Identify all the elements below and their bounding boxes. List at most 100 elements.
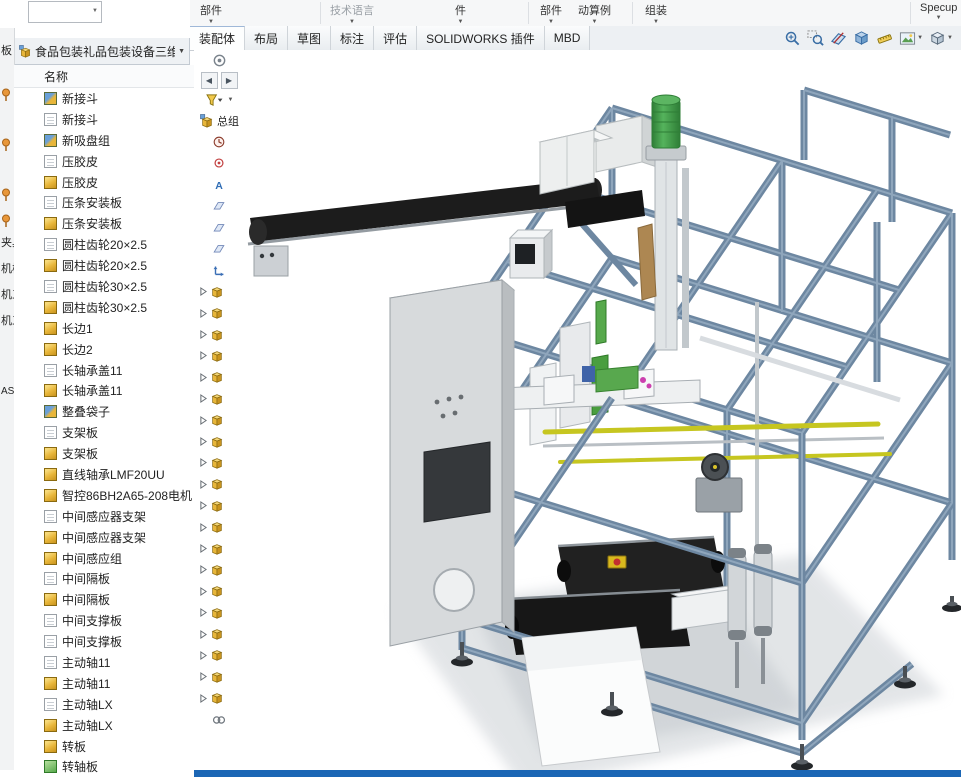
discharge-sheet[interactable] [522,627,660,766]
assembly-root-node[interactable]: 总组 [194,110,244,131]
parts-list-item[interactable]: 压条安装板 [14,192,194,213]
hopper-boxes[interactable] [540,116,660,228]
machine-3d-model[interactable] [244,50,961,770]
parts-list-item[interactable]: 转轴板 [14,757,194,777]
parts-list-item[interactable]: 长轴承盖11 [14,360,194,381]
parts-list-item[interactable]: 智控86BH2A65-208电机 [14,485,194,506]
nav-forward-button[interactable]: ▶ [221,72,238,89]
component-node[interactable] [194,559,244,580]
target-icon[interactable] [194,50,244,70]
expand-arrow-icon[interactable] [200,458,207,467]
component-node[interactable] [194,602,244,623]
commandmanager-tab[interactable]: 评估 [374,26,417,50]
tree-section-node[interactable] [194,238,244,259]
expand-arrow-icon[interactable] [200,565,207,574]
component-node[interactable] [194,581,244,602]
component-node[interactable] [194,345,244,366]
expand-arrow-icon[interactable] [200,587,207,596]
parts-list-item[interactable]: 圆柱齿轮20×2.5 [14,255,194,276]
toolbar-dropdown[interactable]: ▼ [28,1,102,23]
expand-arrow-icon[interactable] [200,672,207,681]
commandmanager-tab[interactable]: 装配体 [190,26,245,50]
component-node[interactable] [194,474,244,495]
zoom-area-icon[interactable] [807,30,824,47]
section-view-icon[interactable] [830,30,847,47]
view-orientation-icon[interactable] [853,30,870,47]
sensor-box[interactable] [510,230,552,278]
parts-list-item[interactable]: 长边1 [14,318,194,339]
tree-section-node[interactable] [194,131,244,152]
graphics-viewport[interactable] [244,50,961,770]
pin-icon[interactable] [1,88,11,102]
mates-folder-node[interactable] [194,709,244,730]
parts-list-item[interactable]: 圆柱齿轮30×2.5 [14,297,194,318]
filter-icon[interactable]: ▼ [194,90,244,110]
component-node[interactable] [194,688,244,709]
parts-list-item[interactable]: 中间支撑板 [14,631,194,652]
chevron-down-icon[interactable]: ▼ [178,48,185,55]
component-node[interactable] [194,666,244,687]
expand-arrow-icon[interactable] [200,480,207,489]
parts-list-item[interactable]: 压条安装板 [14,213,194,234]
parts-list-item[interactable]: 整叠袋子 [14,401,194,422]
component-node[interactable] [194,645,244,666]
parts-list-item[interactable]: 压胶皮 [14,151,194,172]
expand-arrow-icon[interactable] [200,651,207,660]
ribbon-button-fragment[interactable]: 组装▼ [645,2,667,25]
component-node[interactable] [194,281,244,302]
expand-arrow-icon[interactable] [200,373,207,382]
tree-section-node[interactable] [194,196,244,217]
parts-list-item[interactable]: 中间支撑板 [14,610,194,631]
component-node[interactable] [194,452,244,473]
feature-tree-document-tab[interactable]: 食品包装礼品包装设备三维套图 ▼ [14,38,190,65]
expand-arrow-icon[interactable] [200,501,207,510]
commandmanager-tab[interactable]: 标注 [331,26,374,50]
parts-list-item[interactable]: 主动轴11 [14,673,194,694]
tree-section-node[interactable]: A [194,174,244,195]
expand-arrow-icon[interactable] [200,287,207,296]
apply-scene-icon[interactable]: ▼ [899,30,923,47]
parts-list-item[interactable]: 中间隔板 [14,589,194,610]
expand-arrow-icon[interactable] [200,394,207,403]
parts-list-item[interactable]: 新接斗 [14,109,194,130]
commandmanager-tab[interactable]: MBD [545,26,591,50]
ribbon-button-fragment[interactable]: 动算例▼ [578,2,611,25]
tree-section-node[interactable] [194,260,244,281]
parts-list-item[interactable]: 新吸盘组 [14,130,194,151]
expand-arrow-icon[interactable] [200,523,207,532]
parts-list-item[interactable]: 长轴承盖11 [14,380,194,401]
zoom-fit-icon[interactable] [784,30,801,47]
parts-list-item[interactable]: 主动轴11 [14,652,194,673]
parts-list-item[interactable]: 中间感应器支架 [14,527,194,548]
component-node[interactable] [194,431,244,452]
commandmanager-tab[interactable]: 布局 [245,26,288,50]
expand-arrow-icon[interactable] [200,416,207,425]
expand-arrow-icon[interactable] [200,630,207,639]
parts-list-item[interactable]: 直线轴承LMF20UU [14,464,194,485]
component-node[interactable] [194,303,244,324]
parts-list-item[interactable]: 支架板 [14,422,194,443]
parts-list-item[interactable]: 新接斗 [14,88,194,109]
expand-arrow-icon[interactable] [200,309,207,318]
commandmanager-tab[interactable]: SOLIDWORKS 插件 [417,26,545,50]
parts-list-item[interactable]: 主动轴LX [14,694,194,715]
measure-icon[interactable] [876,30,893,47]
ribbon-button-fragment[interactable]: Specup▼ [920,2,957,21]
parts-list-item[interactable]: 支架板 [14,443,194,464]
component-node[interactable] [194,495,244,516]
component-node[interactable] [194,623,244,644]
parts-list-item[interactable]: 中间隔板 [14,568,194,589]
expand-arrow-icon[interactable] [200,351,207,360]
pin-icon[interactable] [1,188,11,202]
parts-list-item[interactable]: 长边2 [14,339,194,360]
tree-section-node[interactable] [194,153,244,174]
parts-list-item[interactable]: 中间感应器支架 [14,506,194,527]
expand-arrow-icon[interactable] [200,544,207,553]
parts-list-item[interactable]: 转板 [14,736,194,757]
expand-arrow-icon[interactable] [200,608,207,617]
parts-list-item[interactable]: 压胶皮 [14,172,194,193]
commandmanager-tab[interactable]: 草图 [288,26,331,50]
component-node[interactable] [194,516,244,537]
ribbon-button-fragment[interactable]: 部件▼ [540,2,562,25]
parts-list-item[interactable]: 中间感应组 [14,548,194,569]
